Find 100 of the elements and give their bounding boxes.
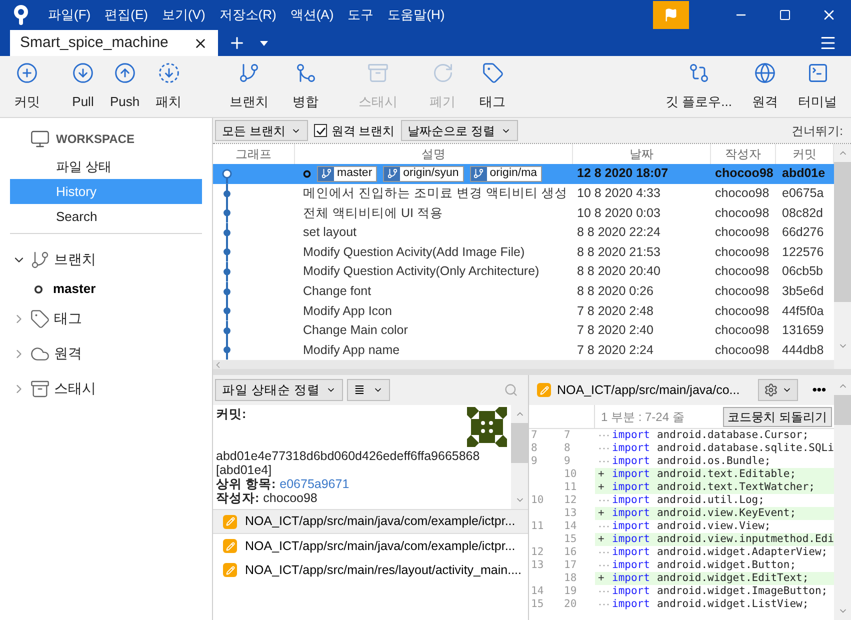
old-line-number: 12 (530, 544, 545, 560)
settings-dropdown[interactable] (758, 379, 798, 401)
commit-row[interactable]: 전체 액티비티에 UI 적용 10 8 2020 0:03 chocoo98 08c82d (213, 203, 834, 223)
commit-row[interactable]: Modify Question Activity(Only Architecture) 8 8 2020 20:40 chocoo98 06cb5b (213, 262, 834, 282)
menu-item[interactable]: 파일(F) (48, 5, 91, 25)
code-keyword: import (612, 492, 650, 508)
toolbar-button[interactable]: 태그 (476, 58, 510, 116)
commit-row[interactable]: set layout 8 8 2020 22:24 chocoo98 66d276 (213, 222, 834, 242)
menu-item[interactable]: 도구 (348, 5, 374, 25)
code-keyword: import (612, 480, 650, 495)
commit-author: chocoo98 (714, 322, 770, 340)
sort-dropdown[interactable]: 날짜순으로 정렬 (400, 120, 518, 141)
toolbar-button[interactable]: 커밋 (10, 58, 44, 116)
flag-button[interactable] (653, 1, 689, 29)
commit-row[interactable]: Change Main color 7 8 2020 2:40 chocoo98 131659 (213, 320, 834, 340)
commit-date: 7 8 2020 2:24 (576, 342, 654, 359)
commit-message: set layout (303, 224, 357, 242)
added-marker: + (598, 532, 606, 547)
toolbar-button[interactable]: Pull (68, 58, 98, 116)
sidebar-section[interactable]: 브랜치 (0, 242, 212, 277)
branch-filter-dropdown[interactable]: 모든 브랜치 (215, 120, 308, 141)
menu-icon[interactable] (819, 34, 837, 52)
sidebar-item[interactable]: 파일 상태 (10, 154, 202, 179)
menu-item[interactable]: 보기(V) (162, 5, 206, 25)
old-line-number: 10 (530, 492, 545, 508)
whitespace-dots-icon (598, 499, 610, 502)
commit-date: 8 8 2020 20:40 (576, 263, 662, 280)
menu-item[interactable]: 저장소(R) (219, 5, 276, 25)
toolbar-button[interactable]: 브랜치 (226, 58, 273, 116)
old-line-number: 8 (530, 440, 538, 456)
commit-hash: abd01e (781, 165, 826, 182)
new-tab-icon[interactable] (228, 34, 246, 52)
graph-node-icon (221, 282, 233, 302)
new-line-number: 20 (563, 596, 578, 612)
commit-message: Modify App Icon (303, 302, 392, 320)
modified-file-icon (223, 563, 237, 577)
toolbar-button[interactable]: 깃 플로우... (662, 58, 736, 116)
code-text: android.widget.ListView; (656, 596, 809, 612)
remote-branches-checkbox[interactable]: 원격 브랜치 (314, 122, 395, 140)
app-logo-icon (12, 4, 30, 26)
toolbar-button[interactable]: 병합 (288, 58, 323, 116)
sidebar-section[interactable]: 태그 (0, 301, 212, 336)
menu-item[interactable]: 도움말(H) (388, 5, 445, 25)
new-line-number: 10 (563, 466, 578, 482)
code-text: android.util.Log; (656, 492, 764, 508)
whitespace-dots-icon (598, 590, 610, 593)
commit-row[interactable]: 메인에서 진입하는 조미료 변경 액티비티 생성 10 8 2020 4:33 chocoo98 e0675a (213, 184, 834, 204)
view-mode-dropdown[interactable]: ≣ (346, 379, 390, 401)
whitespace-dots-icon (598, 460, 610, 463)
commit-row[interactable]: Modify App Icon 7 8 2020 2:48 chocoo98 44f5f0a (213, 301, 834, 321)
whitespace-dots-icon (598, 525, 610, 528)
search-icon[interactable] (504, 383, 518, 397)
revert-hunk-button[interactable]: 코드뭉치 되돌리기 (722, 406, 832, 426)
toolbar-button[interactable]: 터미널 (794, 58, 841, 116)
scrollbar-thumb[interactable] (834, 395, 851, 425)
new-line-number: 14 (563, 518, 578, 534)
commit-message: Change Main color (303, 322, 408, 340)
commit-date: 8 8 2020 21:53 (576, 244, 662, 261)
commit-author: chocoo98 (714, 224, 770, 242)
new-line-number: 18 (563, 570, 578, 586)
toolbar-button[interactable]: 원격 (748, 58, 782, 116)
graph-node-icon (221, 301, 233, 321)
old-line-number: 11 (530, 518, 545, 534)
sidebar-section[interactable]: 스태시 (0, 371, 212, 406)
more-button[interactable]: ••• (804, 380, 834, 400)
toolbar-button[interactable]: 패치 (152, 58, 186, 116)
graph-node-icon (221, 184, 233, 204)
git-flow-icon (688, 62, 710, 84)
parent-link[interactable]: e0675a9671 (280, 477, 350, 491)
code-text: android.widget.AdapterView; (656, 544, 828, 560)
menu-item[interactable]: 편집(E) (104, 5, 148, 25)
new-line-number: 9 (563, 454, 572, 469)
added-marker: + (598, 506, 606, 521)
commit-hash: 444db8 (781, 342, 825, 359)
toolbar-button[interactable]: Push (106, 58, 144, 116)
sidebar-section[interactable]: 원격 (0, 336, 212, 371)
commit-message: 전체 액티비티에 UI 적용 (303, 204, 443, 222)
commit-row[interactable]: master origin/syun origin/ma 12 8 2020 18:07 chocoo98 abd01e (213, 164, 834, 184)
code-text: android.widget.Button; (656, 558, 796, 573)
scrollbar-thumb[interactable] (834, 162, 851, 302)
branch-icon (473, 168, 484, 180)
repository-tab[interactable]: Smart_spice_machine (10, 30, 218, 56)
dropdown-caret-icon[interactable] (260, 41, 268, 46)
branch-item[interactable]: master (0, 277, 212, 301)
graph-node-icon (221, 242, 233, 262)
menu-item[interactable]: 액션(A) (290, 5, 334, 25)
commit-hash-full: abd01e4e77318d6bd060d426edeff6ffa9665868 (216, 449, 481, 463)
scrollbar-thumb[interactable] (511, 423, 528, 463)
code-keyword: import (612, 428, 650, 443)
sidebar-item[interactable]: Search (10, 204, 202, 229)
commit-row[interactable]: Modify Question Acivity(Add Image File) 8 8 2020 21:53 chocoo98 122576 (213, 242, 834, 262)
file-sort-dropdown[interactable]: 파일 상태순 정렬 (215, 379, 343, 401)
tag-icon (482, 62, 504, 84)
old-line-number: 15 (530, 596, 545, 612)
whitespace-dots-icon (598, 447, 610, 450)
commit-row[interactable]: Modify App name 7 8 2020 2:24 chocoo98 444db8 (213, 340, 834, 360)
new-line-number: 12 (563, 492, 578, 508)
graph-node-icon (221, 203, 233, 223)
changed-file-item[interactable]: NOA_ICT/app/src/main/java/com/example/ictpr... (213, 510, 528, 534)
commit-row[interactable]: Change font 8 8 2020 0:26 chocoo98 3b5e6d (213, 282, 834, 302)
